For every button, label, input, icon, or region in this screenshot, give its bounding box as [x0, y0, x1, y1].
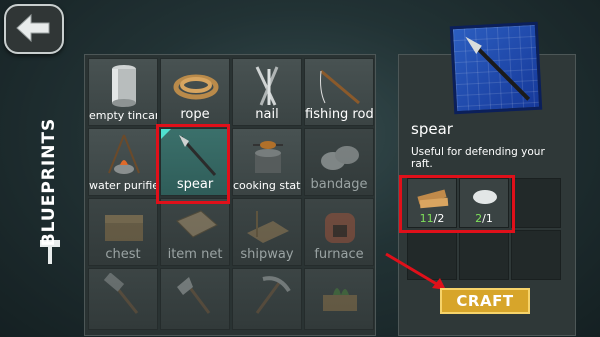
pointer-arrow	[385, 252, 446, 290]
craft-button[interactable]: CRAFT	[440, 288, 530, 314]
